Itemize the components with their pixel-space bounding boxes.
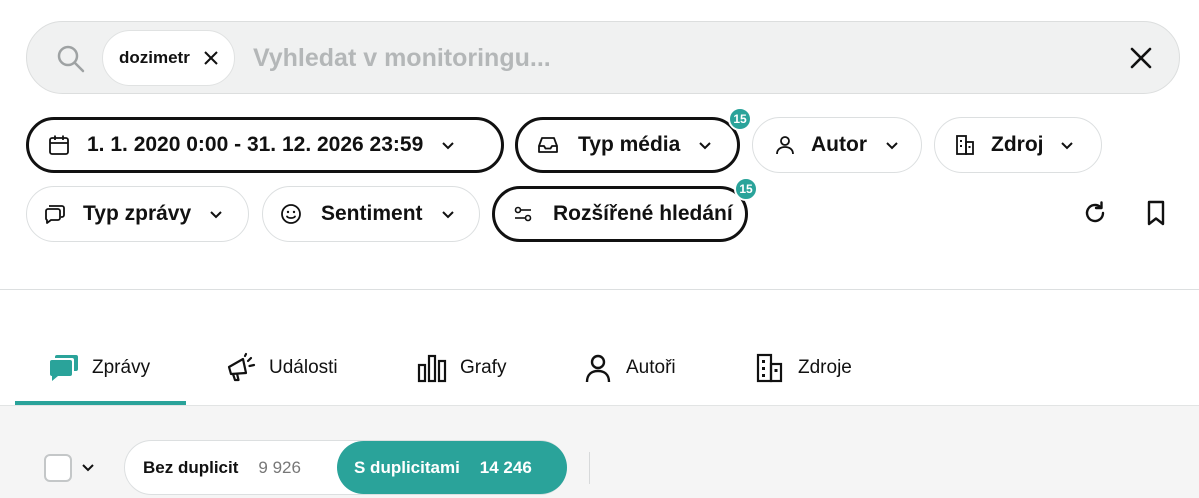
toolbar-separator	[589, 452, 590, 484]
search-input[interactable]	[253, 34, 1073, 82]
with-duplicates-label: S duplicitami	[354, 457, 460, 477]
tab-label: Autoři	[626, 357, 676, 378]
message-type-label: Typ zprávy	[83, 202, 192, 225]
without-duplicates-option[interactable]: Bez duplicit 9 926	[143, 441, 301, 494]
clear-search-icon[interactable]	[1127, 44, 1155, 72]
tab-autori[interactable]: Autoři	[582, 330, 676, 406]
message-type-filter[interactable]: Typ zprávy	[26, 186, 249, 242]
advanced-search-count-badge: 15	[734, 177, 758, 201]
without-duplicates-label: Bez duplicit	[143, 457, 239, 477]
date-range-filter[interactable]: 1. 1. 2020 0:00 - 31. 12. 2026 23:59	[26, 117, 504, 173]
date-range-label: 1. 1. 2020 0:00 - 31. 12. 2026 23:59	[87, 133, 424, 156]
chevron-down-icon	[441, 211, 454, 219]
media-type-label: Typ média	[578, 133, 681, 156]
calendar-icon	[49, 135, 69, 155]
source-filter[interactable]: Zdroj	[934, 117, 1102, 173]
search-icon	[57, 45, 85, 73]
tab-label: Události	[269, 357, 338, 378]
refresh-icon[interactable]	[1080, 198, 1110, 228]
media-type-filter[interactable]: Typ média	[515, 117, 740, 173]
sliders-icon	[514, 206, 532, 222]
chevron-down-icon	[699, 142, 712, 150]
person-icon	[585, 354, 611, 383]
tab-label: Zdroje	[798, 357, 852, 378]
tab-zpravy[interactable]: Zprávy	[48, 330, 150, 406]
advanced-search-label: Rozšířené hledání	[553, 202, 733, 225]
author-label: Autor	[811, 133, 867, 156]
chevron-down-icon	[886, 142, 898, 150]
source-label: Zdroj	[991, 133, 1044, 156]
inbox-icon	[538, 137, 558, 153]
bookmark-icon[interactable]	[1141, 198, 1171, 228]
building-icon	[756, 353, 783, 383]
duplicates-toggle: Bez duplicit 9 926 S duplicitami 14 246	[124, 440, 567, 495]
tab-label: Zprávy	[92, 357, 151, 378]
search-chip-label: dozimetr	[119, 48, 190, 67]
bar-chart-icon	[417, 354, 447, 383]
tab-zdroje[interactable]: Zdroje	[754, 330, 852, 406]
sentiment-filter[interactable]: Sentiment	[262, 186, 480, 242]
tab-label: Grafy	[460, 357, 507, 378]
chevron-down-icon[interactable]	[79, 458, 97, 476]
megaphone-icon	[227, 352, 256, 382]
person-icon	[776, 136, 794, 155]
author-filter[interactable]: Autor	[752, 117, 922, 173]
select-all-checkbox[interactable]	[44, 454, 72, 482]
tab-udalosti[interactable]: Události	[225, 330, 338, 406]
without-duplicates-count: 9 926	[258, 457, 301, 477]
chevron-down-icon	[442, 142, 454, 150]
chip-remove-icon[interactable]	[202, 49, 220, 67]
search-chip-dozimetr: dozimetr	[102, 30, 235, 86]
search-bar[interactable]: dozimetr	[26, 21, 1180, 94]
chevron-down-icon	[1060, 142, 1073, 150]
building-icon	[956, 135, 974, 155]
media-type-count-badge: 15	[728, 107, 752, 131]
tab-grafy[interactable]: Grafy	[416, 330, 506, 406]
with-duplicates-option[interactable]: S duplicitami 14 246	[337, 441, 567, 494]
chat-bubbles-icon	[50, 355, 78, 381]
sentiment-label: Sentiment	[321, 202, 423, 225]
chat-bubbles-outline-icon	[45, 205, 65, 224]
header-divider	[0, 289, 1199, 290]
chevron-down-icon	[210, 211, 222, 219]
with-duplicates-count: 14 246	[479, 457, 532, 477]
advanced-search-filter[interactable]: Rozšířené hledání	[492, 186, 748, 242]
smiley-icon	[281, 204, 301, 224]
